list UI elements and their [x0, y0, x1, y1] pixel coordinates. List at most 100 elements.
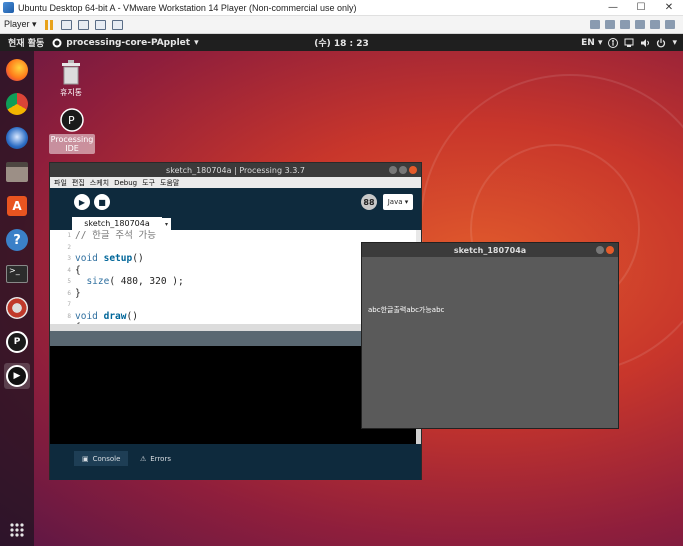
close-button[interactable] — [606, 246, 614, 254]
power-icon[interactable] — [656, 38, 666, 48]
processing-titlebar[interactable]: sketch_180704a | Processing 3.3.7 — [50, 163, 421, 177]
processing-window-title: sketch_180704a | Processing 3.3.7 — [166, 165, 305, 175]
stop-button[interactable]: ■ — [94, 194, 110, 210]
window-controls — [596, 246, 614, 254]
unity-icon[interactable] — [111, 19, 123, 30]
line-number: 8 — [67, 312, 71, 320]
usb-icon[interactable] — [635, 20, 645, 29]
activities-button[interactable]: 현재 활동 — [0, 36, 52, 49]
code-text: size( 480, 320 ); — [74, 276, 183, 288]
hdd-icon[interactable] — [590, 20, 600, 29]
gnome-topbar: 현재 활동 processing-core-PApplet ▾ (수) 18 :… — [0, 34, 683, 51]
desktop-icon-label: Processing IDE — [49, 134, 95, 154]
dock-terminal[interactable]: >_ — [4, 261, 30, 287]
dock-running-sketch[interactable]: ▶ — [4, 363, 30, 389]
mode-selector[interactable]: Java ▾ — [383, 194, 413, 210]
accessibility-icon[interactable] — [608, 37, 619, 48]
menu-file[interactable]: 파일 — [54, 178, 67, 188]
show-applications[interactable] — [4, 517, 30, 543]
desktop-trash[interactable]: 휴지통 — [48, 59, 94, 98]
processing-icon: P — [60, 108, 84, 132]
dock-help[interactable]: ? — [4, 227, 30, 253]
code-token: () — [126, 310, 138, 322]
menu-debug[interactable]: Debug — [114, 179, 137, 187]
line-number: 4 — [67, 266, 71, 274]
line-number: 6 — [67, 289, 71, 297]
tab-sketch[interactable]: sketch_180704a — [72, 217, 162, 230]
pause-icon[interactable] — [44, 19, 56, 30]
sketch-titlebar[interactable]: sketch_180704a — [362, 243, 618, 257]
debug-mode-icon[interactable]: 88 — [361, 194, 377, 210]
app-menu[interactable]: processing-core-PApplet ▾ — [52, 37, 199, 48]
minimize-button[interactable] — [389, 166, 397, 174]
chrome-icon — [6, 93, 28, 115]
run-button[interactable]: ▶ — [74, 194, 90, 210]
menu-edit[interactable]: 편집 — [72, 178, 85, 188]
menu-help[interactable]: 도움말 — [160, 178, 179, 188]
svg-text:P: P — [68, 114, 75, 127]
software-center-icon: A — [7, 196, 27, 216]
printer-icon[interactable] — [665, 20, 675, 29]
processing-icon: P — [6, 331, 28, 353]
console-icon: ▣ — [82, 454, 89, 463]
code-token: draw — [103, 310, 127, 322]
footer-bar: ▣ Console ⚠ Errors — [50, 444, 421, 480]
dock-chrome[interactable] — [4, 91, 30, 117]
desktop-icon-label: 휴지통 — [59, 88, 83, 97]
menu-tools[interactable]: 도구 — [142, 178, 155, 188]
tab-bar: sketch_180704a ▾ — [50, 216, 421, 230]
dock-thunderbird[interactable] — [4, 125, 30, 151]
code-token: } — [75, 287, 81, 299]
console-tab-label: Console — [92, 454, 121, 463]
desktop-processing-ide[interactable]: P Processing IDE — [49, 108, 95, 154]
network-icon[interactable] — [620, 20, 630, 29]
line-number: 1 — [67, 232, 71, 239]
network-icon[interactable] — [624, 38, 634, 48]
ubuntu-desktop: 현재 활동 processing-core-PApplet ▾ (수) 18 :… — [0, 34, 683, 546]
vmware-toolbar: Player ▾ — [0, 16, 683, 34]
code-text: void setup() — [74, 253, 144, 265]
clock[interactable]: (수) 18 : 23 — [314, 36, 369, 49]
player-menu-button[interactable]: Player ▾ — [4, 19, 37, 30]
tab-console[interactable]: ▣ Console — [74, 451, 129, 466]
dock-processing[interactable]: P — [4, 329, 30, 355]
menu-sketch[interactable]: 스케치 — [90, 178, 109, 188]
code-token: void — [75, 310, 104, 322]
line-number: 7 — [67, 301, 71, 308]
code-token: () — [132, 253, 144, 264]
code-line[interactable]: 1 // 한글 주석 가능 — [50, 230, 417, 242]
send-ctrl-alt-del-icon[interactable] — [60, 19, 72, 30]
dock-settings[interactable] — [4, 295, 30, 321]
minimize-button[interactable]: — — [599, 0, 627, 16]
maximize-button[interactable] — [399, 166, 407, 174]
removable-devices-icon[interactable] — [77, 19, 89, 30]
window-controls — [389, 166, 417, 174]
volume-icon[interactable] — [640, 38, 650, 48]
dock-software[interactable]: A — [4, 193, 30, 219]
fullscreen-icon[interactable] — [94, 19, 106, 30]
sound-icon[interactable] — [650, 20, 660, 29]
minimize-button[interactable] — [596, 246, 604, 254]
settings-gear-icon — [6, 297, 28, 319]
sketch-window: sketch_180704a abc한글출력abc가능abc — [361, 242, 619, 429]
files-icon — [6, 162, 28, 182]
code-text: void draw() — [74, 311, 138, 323]
code-text: { — [74, 265, 81, 277]
code-token: void — [75, 253, 104, 264]
dock-firefox[interactable] — [4, 57, 30, 83]
app-menu-label: processing-core-PApplet — [66, 37, 191, 48]
tab-errors[interactable]: ⚠ Errors — [132, 451, 179, 466]
tab-menu-button[interactable]: ▾ — [162, 218, 171, 230]
close-button[interactable] — [409, 166, 417, 174]
firefox-icon — [6, 59, 28, 81]
close-button[interactable]: ✕ — [655, 0, 683, 16]
cd-icon[interactable] — [605, 20, 615, 29]
window-title: Ubuntu Desktop 64-bit A - VMware Worksta… — [18, 2, 357, 13]
input-method-indicator[interactable]: EN ▾ — [581, 38, 602, 48]
dock-files[interactable] — [4, 159, 30, 185]
chevron-down-icon[interactable]: ▾ — [672, 38, 677, 48]
maximize-button[interactable]: ☐ — [627, 0, 655, 16]
